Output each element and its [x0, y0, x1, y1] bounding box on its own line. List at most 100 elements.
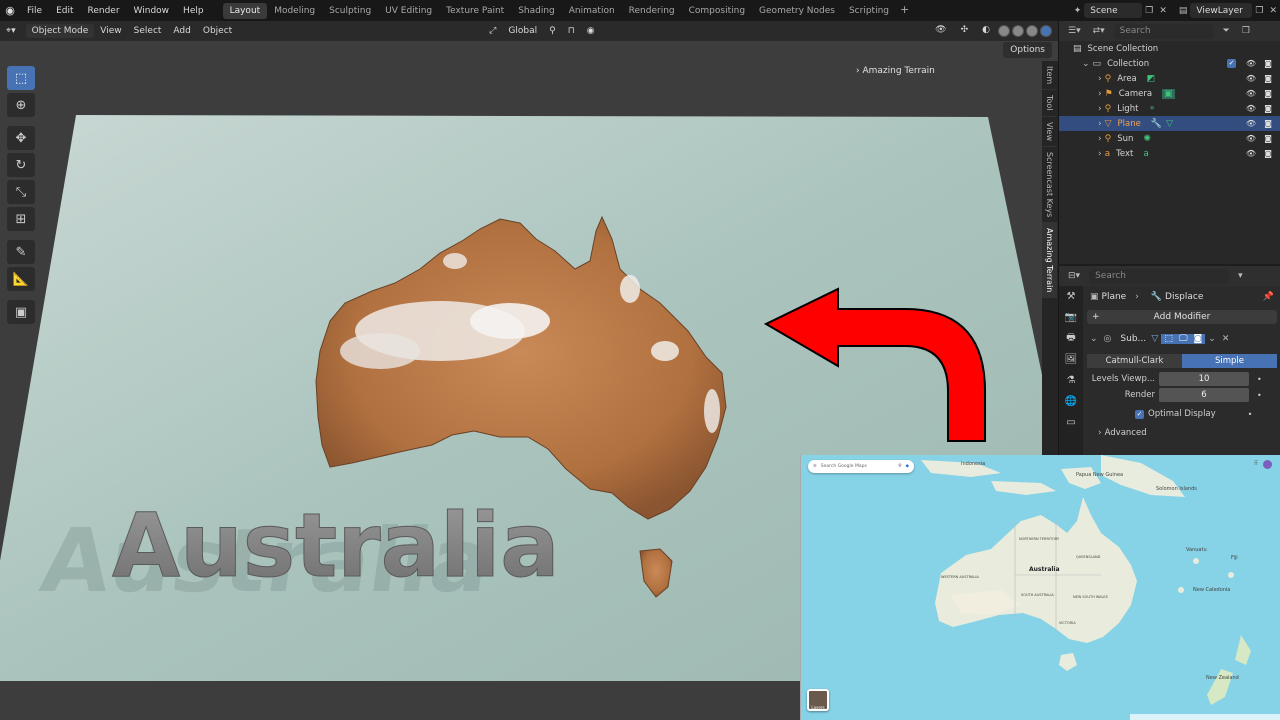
- delete-view-layer-icon[interactable]: ✕: [1266, 6, 1280, 16]
- text-data-icon[interactable]: a: [1143, 149, 1149, 159]
- outliner-item-text[interactable]: › a Text a 👁 ◙: [1059, 146, 1280, 161]
- eye-icon[interactable]: 👁: [1246, 104, 1256, 113]
- solid-shading-button[interactable]: [1012, 25, 1024, 37]
- render-properties-tab-icon[interactable]: 📷: [1059, 307, 1083, 328]
- pivot-icon[interactable]: ⚲: [543, 26, 562, 36]
- menu-object[interactable]: Object: [197, 26, 238, 36]
- new-scene-icon[interactable]: ❐: [1142, 6, 1156, 16]
- rotate-tool-icon[interactable]: ↻: [7, 153, 35, 177]
- modifier-dropdown-icon[interactable]: ⌄: [1205, 334, 1219, 344]
- render-levels-field[interactable]: 6: [1159, 388, 1249, 402]
- modifier-name-field[interactable]: Sub...: [1114, 331, 1149, 347]
- tab-rendering[interactable]: Rendering: [622, 3, 682, 19]
- scale-tool-icon[interactable]: ⤡: [7, 180, 35, 204]
- tab-shading[interactable]: Shading: [511, 3, 562, 19]
- search-icon[interactable]: ⚲: [898, 464, 901, 469]
- catmull-clark-option[interactable]: Catmull-Clark: [1087, 354, 1182, 368]
- tab-uv-editing[interactable]: UV Editing: [378, 3, 439, 19]
- eye-icon[interactable]: 👁: [1246, 134, 1256, 143]
- outliner-item-plane[interactable]: › ▽ Plane 🔧 ▽ 👁 ◙: [1059, 116, 1280, 131]
- material-shading-button[interactable]: [1026, 25, 1038, 37]
- expand-chevron-icon[interactable]: ⌄: [1079, 59, 1093, 69]
- transform-orientation-dropdown[interactable]: Global: [502, 26, 543, 36]
- camera-render-icon[interactable]: ◙: [1264, 149, 1272, 158]
- annotate-tool-icon[interactable]: ✎: [7, 240, 35, 264]
- levels-viewport-field[interactable]: 10: [1159, 372, 1249, 386]
- menu-icon[interactable]: ≡: [813, 464, 817, 469]
- menu-help[interactable]: Help: [176, 6, 211, 16]
- expand-chevron-icon[interactable]: ›: [1095, 134, 1105, 144]
- viewport-toggle-icon[interactable]: 🖵: [1175, 334, 1191, 344]
- properties-search-input[interactable]: Search: [1089, 268, 1230, 284]
- expand-chevron-icon[interactable]: ›: [1095, 89, 1105, 99]
- visibility-icon[interactable]: 👁: [929, 25, 952, 37]
- side-tab-tool[interactable]: Tool: [1042, 90, 1057, 117]
- filter-icon[interactable]: ⏷: [1220, 26, 1233, 36]
- collection-checkbox[interactable]: ✓: [1227, 59, 1236, 68]
- camera-render-icon[interactable]: ◙: [1264, 104, 1272, 113]
- sun-light-data-icon[interactable]: ✺: [1143, 134, 1151, 144]
- area-light-data-icon[interactable]: ◩: [1147, 74, 1156, 84]
- editor-type-icon[interactable]: ⌖▾: [0, 26, 22, 36]
- tab-texture-paint[interactable]: Texture Paint: [439, 3, 511, 19]
- snap-icon[interactable]: ⊓: [562, 26, 581, 36]
- delete-scene-icon[interactable]: ✕: [1156, 6, 1170, 16]
- collection-row[interactable]: ⌄ ▭ Collection ✓ 👁 ◙: [1059, 56, 1280, 71]
- keyframe-dot-icon[interactable]: •: [1257, 391, 1262, 400]
- tab-compositing[interactable]: Compositing: [682, 3, 752, 19]
- outliner-search-input[interactable]: Search: [1113, 23, 1214, 39]
- simple-option[interactable]: Simple: [1182, 354, 1277, 368]
- map-search-input[interactable]: ≡ Search Google Maps ⚲ ◆: [808, 460, 914, 473]
- tab-scripting[interactable]: Scripting: [842, 3, 896, 19]
- properties-options-icon[interactable]: ▾: [1235, 271, 1246, 281]
- outliner-item-light[interactable]: › ⚲ Light ⚬ 👁 ◙: [1059, 101, 1280, 116]
- outliner-editor-type-icon[interactable]: ☰▾: [1065, 26, 1084, 36]
- outliner-item-sun[interactable]: › ⚲ Sun ✺ 👁 ◙: [1059, 131, 1280, 146]
- expand-chevron-icon[interactable]: ›: [1095, 119, 1105, 129]
- camera-render-icon[interactable]: ◙: [1264, 89, 1272, 98]
- menu-add[interactable]: Add: [167, 26, 196, 36]
- remove-modifier-icon[interactable]: ✕: [1219, 334, 1233, 344]
- view-layer-properties-tab-icon[interactable]: 🖼: [1059, 349, 1083, 370]
- new-collection-icon[interactable]: ❐: [1239, 26, 1253, 36]
- google-maps-overlay[interactable]: ≡ Search Google Maps ⚲ ◆ ⠿ Indonesia Pap…: [800, 455, 1280, 720]
- menu-window[interactable]: Window: [127, 6, 177, 16]
- expand-chevron-icon[interactable]: ›: [1095, 149, 1105, 159]
- eye-icon[interactable]: 👁: [1246, 119, 1256, 128]
- transform-tool-icon[interactable]: ⊞: [7, 207, 35, 231]
- eye-icon[interactable]: 👁: [1246, 59, 1256, 68]
- scene-collection-row[interactable]: ▤ Scene Collection: [1059, 41, 1280, 56]
- menu-render[interactable]: Render: [81, 6, 127, 16]
- eye-icon[interactable]: 👁: [1246, 74, 1256, 83]
- eye-icon[interactable]: 👁: [1246, 89, 1256, 98]
- scene-properties-tab-icon[interactable]: ⚗: [1059, 370, 1083, 391]
- gizmo-icon[interactable]: ✣: [955, 25, 975, 37]
- menu-edit[interactable]: Edit: [49, 6, 80, 16]
- outliner-item-area[interactable]: › ⚲ Area ◩ 👁 ◙: [1059, 71, 1280, 86]
- modifier-icon[interactable]: 🔧: [1151, 119, 1162, 129]
- camera-render-icon[interactable]: ◙: [1264, 59, 1272, 68]
- collapse-chevron-icon[interactable]: ⌄: [1087, 334, 1101, 344]
- optimal-display-row[interactable]: ✓ Optimal Display •: [1087, 407, 1277, 421]
- tab-sculpting[interactable]: Sculpting: [322, 3, 378, 19]
- avatar[interactable]: [1263, 460, 1272, 469]
- camera-render-icon[interactable]: ◙: [1264, 119, 1272, 128]
- world-properties-tab-icon[interactable]: 🌐: [1059, 391, 1083, 412]
- tab-animation[interactable]: Animation: [562, 3, 622, 19]
- eye-icon[interactable]: 👁: [1246, 149, 1256, 158]
- side-tab-view[interactable]: View: [1042, 117, 1057, 147]
- new-view-layer-icon[interactable]: ❐: [1252, 6, 1266, 16]
- outliner-item-camera[interactable]: › ⚑ Camera ▣ 👁 ◙: [1059, 86, 1280, 101]
- collection-properties-tab-icon[interactable]: ▭: [1059, 412, 1083, 433]
- side-tab-item[interactable]: Item: [1042, 61, 1057, 91]
- edit-mode-toggle-icon[interactable]: ▽: [1148, 334, 1161, 344]
- tab-layout[interactable]: Layout: [222, 2, 268, 19]
- apps-grid-icon[interactable]: ⠿: [1254, 460, 1258, 467]
- pin-icon[interactable]: 📌: [1260, 292, 1277, 302]
- proportional-edit-icon[interactable]: ◉: [581, 26, 601, 36]
- overlay-icon[interactable]: ◐: [976, 25, 996, 37]
- point-light-data-icon[interactable]: ⚬: [1148, 104, 1156, 114]
- view-layer-field[interactable]: ViewLayer: [1190, 3, 1253, 18]
- menu-select[interactable]: Select: [128, 26, 168, 36]
- expand-chevron-icon[interactable]: ›: [1095, 74, 1105, 84]
